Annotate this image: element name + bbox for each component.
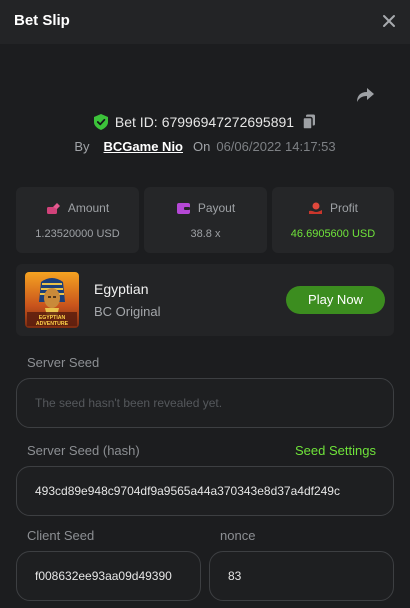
game-provider: BC Original [94, 304, 161, 319]
profit-label: Profit [329, 201, 358, 215]
client-seed-label: Client Seed [27, 528, 95, 543]
payout-value: 38.8 x [190, 228, 221, 240]
on-label: On [193, 138, 211, 154]
nonce-label: nonce [220, 528, 256, 543]
server-seed-field[interactable]: The seed hasn't been revealed yet. [16, 378, 394, 428]
payout-card: Payout 38.8 x [144, 187, 267, 253]
server-seed-hash-label: Server Seed (hash) [27, 443, 140, 458]
bet-id-label: Bet ID: [114, 114, 158, 130]
profit-icon [308, 202, 322, 214]
bet-date: 06/06/2022 14:17:53 [216, 138, 336, 154]
share-icon[interactable] [355, 86, 375, 104]
game-thumbnail[interactable]: EGYPTIAN ADVENTURE [25, 272, 79, 328]
bet-id-row: Bet ID: 67996947272695891 [0, 112, 410, 132]
close-icon[interactable] [381, 13, 397, 29]
seed-settings-link[interactable]: Seed Settings [295, 443, 376, 458]
server-seed-label: Server Seed [27, 355, 100, 370]
svg-text:ADVENTURE: ADVENTURE [36, 321, 69, 327]
header-bar: Bet Slip [0, 0, 410, 44]
game-card: EGYPTIAN ADVENTURE Egyptian BC Original … [16, 264, 394, 336]
bet-id-value: 67996947272695891 [161, 114, 295, 130]
bet-byline: By BCGame Nio On 06/06/2022 14:17:53 [0, 137, 410, 155]
game-name: Egyptian [94, 281, 149, 297]
amount-value: 1.23520000 USD [35, 228, 120, 240]
amount-icon [46, 202, 60, 214]
shield-check-icon [93, 114, 108, 130]
nonce-field[interactable]: 83 [209, 551, 394, 601]
play-now-button[interactable]: Play Now [286, 286, 385, 314]
user-link[interactable]: BCGame Nio [104, 139, 183, 154]
page-title: Bet Slip [14, 12, 70, 29]
by-label: By [74, 138, 90, 154]
copy-icon[interactable] [302, 114, 316, 130]
server-seed-hash-field[interactable]: 493cd89e948c9704df9a9565a44a370343e8d37a… [16, 466, 394, 516]
profit-value: 46.6905600 USD [290, 228, 376, 240]
payout-label: Payout [197, 201, 236, 215]
profit-card: Profit 46.6905600 USD [272, 187, 394, 253]
amount-card: Amount 1.23520000 USD [16, 187, 139, 253]
client-seed-field[interactable]: f008632ee93aa09d49390 [16, 551, 201, 601]
amount-label: Amount [67, 201, 110, 215]
wallet-icon [176, 202, 190, 214]
